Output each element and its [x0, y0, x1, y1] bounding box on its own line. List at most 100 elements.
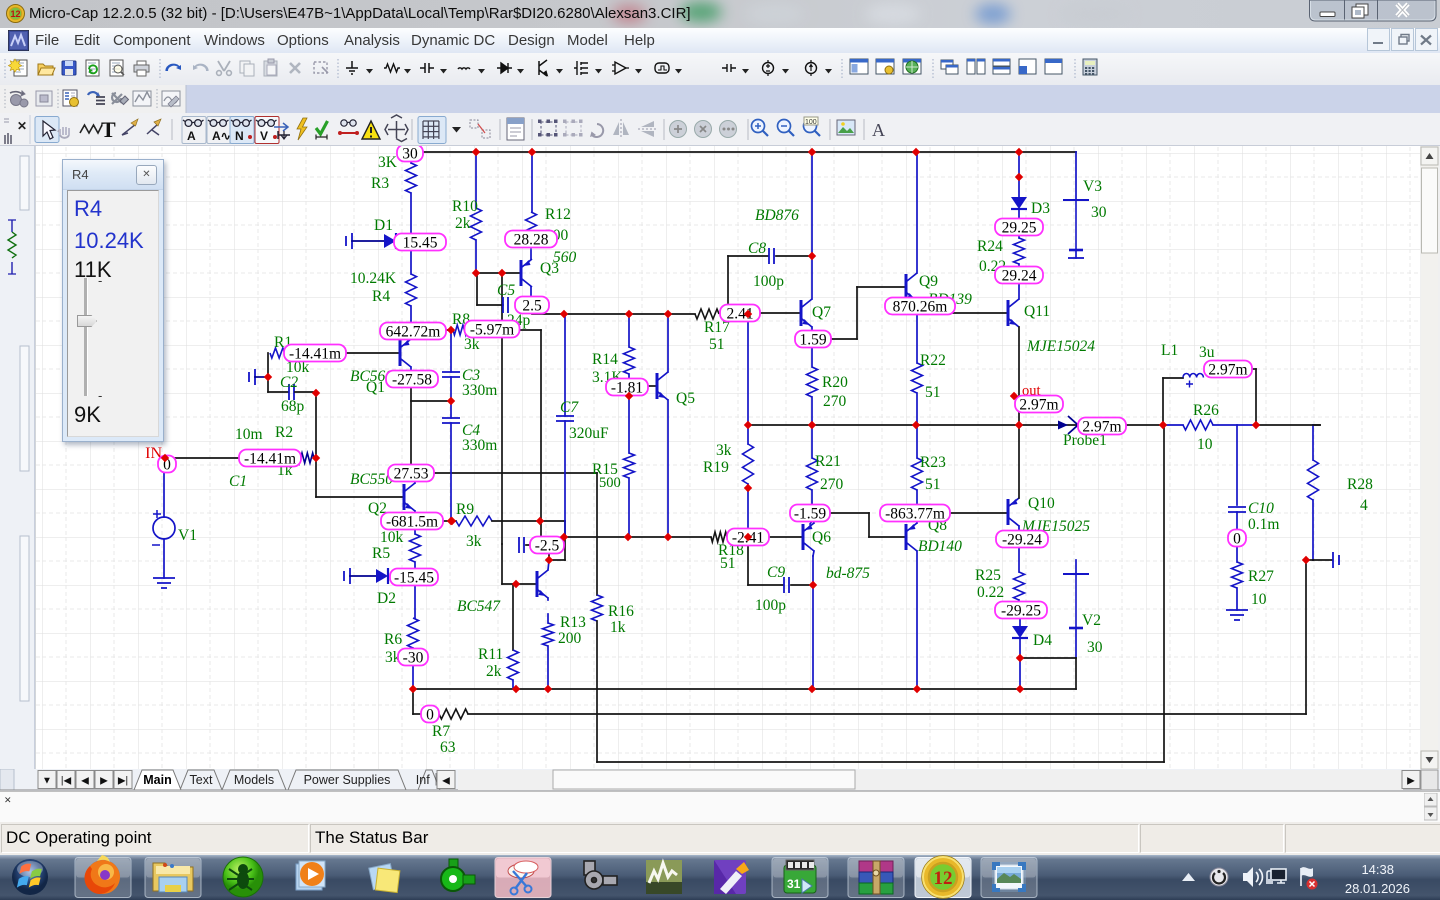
svg-text:31: 31 — [787, 877, 801, 891]
svg-text:1.59: 1.59 — [799, 332, 826, 349]
svg-text:27.53: 27.53 — [394, 466, 429, 483]
svg-text:-27.58: -27.58 — [392, 372, 432, 389]
svg-text:2.97m: 2.97m — [1019, 397, 1058, 414]
svg-text:BD140: BD140 — [918, 538, 962, 555]
svg-text:D3: D3 — [1031, 200, 1050, 217]
svg-text:10m: 10m — [235, 426, 263, 443]
svg-text:-681.5m: -681.5m — [386, 514, 438, 531]
svg-text:R6: R6 — [384, 631, 402, 648]
svg-text:320uF: 320uF — [569, 425, 609, 442]
svg-text:-15.45: -15.45 — [394, 570, 434, 587]
svg-text:R19: R19 — [703, 459, 729, 476]
svg-text:✕: ✕ — [17, 119, 27, 133]
svg-text:C5: C5 — [497, 282, 515, 299]
svg-text:-1.59: -1.59 — [794, 506, 827, 523]
svg-text:14:38: 14:38 — [1361, 862, 1394, 877]
svg-text:30: 30 — [1087, 639, 1103, 656]
svg-text:R11: R11 — [478, 646, 503, 663]
svg-text:51: 51 — [709, 336, 725, 353]
svg-text:D1: D1 — [374, 217, 393, 234]
svg-text:A∿: A∿ — [212, 129, 231, 143]
svg-text:-14.41m: -14.41m — [244, 451, 296, 468]
svg-text:2.97m: 2.97m — [1082, 419, 1121, 436]
svg-text:R28: R28 — [1347, 476, 1373, 493]
svg-text:R21: R21 — [815, 453, 841, 470]
svg-text:63: 63 — [440, 739, 456, 756]
svg-text:1k: 1k — [610, 619, 626, 636]
svg-text:100p: 100p — [753, 273, 784, 290]
svg-text:R7: R7 — [432, 723, 450, 740]
svg-text:200: 200 — [558, 630, 582, 647]
svg-text:2k: 2k — [455, 215, 471, 232]
svg-text:3u: 3u — [1199, 344, 1215, 361]
svg-text:V: V — [260, 129, 268, 143]
svg-text:2.5: 2.5 — [522, 298, 542, 315]
svg-text:12: 12 — [934, 868, 953, 889]
svg-text:R26: R26 — [1193, 402, 1219, 419]
svg-text:R12: R12 — [545, 206, 571, 223]
svg-text:R13: R13 — [560, 614, 586, 631]
svg-text:D4: D4 — [1033, 632, 1052, 649]
svg-text:870.26m: 870.26m — [893, 299, 948, 316]
svg-text:R22: R22 — [920, 352, 946, 369]
svg-text:Q11: Q11 — [1024, 303, 1050, 320]
svg-text:Power Supplies: Power Supplies — [304, 773, 391, 787]
svg-text:28.01.2026: 28.01.2026 — [1345, 881, 1410, 896]
svg-text:Main: Main — [143, 773, 171, 787]
svg-text:10k: 10k — [380, 529, 404, 546]
svg-text:Models: Models — [234, 773, 274, 787]
svg-text:R5: R5 — [372, 545, 390, 562]
svg-text:-14.41m: -14.41m — [289, 346, 341, 363]
svg-text:30: 30 — [1091, 204, 1107, 221]
svg-text:Q6: Q6 — [812, 529, 831, 546]
svg-text:L1: L1 — [1161, 342, 1178, 359]
svg-text:R24: R24 — [977, 238, 1003, 255]
svg-text:R23: R23 — [920, 454, 946, 471]
svg-text:R2: R2 — [275, 424, 293, 441]
svg-text:28.28: 28.28 — [514, 232, 549, 249]
svg-text:R3: R3 — [371, 175, 389, 192]
svg-text:-29.25: -29.25 — [1001, 603, 1041, 620]
svg-text:500: 500 — [599, 475, 621, 491]
svg-text:R9: R9 — [456, 501, 474, 518]
svg-text:C1: C1 — [229, 473, 247, 490]
svg-text:30: 30 — [402, 146, 418, 163]
svg-text:0: 0 — [1233, 531, 1241, 548]
svg-text:270: 270 — [820, 476, 844, 493]
svg-text:▼: ▼ — [42, 776, 52, 787]
svg-text:MJE15024: MJE15024 — [1026, 338, 1095, 355]
svg-text:◀: ◀ — [442, 776, 450, 787]
svg-text:3K: 3K — [378, 154, 398, 171]
svg-text:▶: ▶ — [1407, 776, 1415, 787]
svg-text:V3: V3 — [1083, 178, 1102, 195]
svg-text:0.22: 0.22 — [977, 584, 1004, 601]
svg-text:C7: C7 — [560, 399, 579, 416]
svg-text:-863.77m: -863.77m — [885, 506, 945, 523]
svg-text:R10: R10 — [452, 198, 478, 215]
svg-text:A: A — [872, 120, 885, 140]
svg-text:V1: V1 — [178, 527, 197, 544]
svg-text:V2: V2 — [1082, 612, 1101, 629]
svg-text:◀: ◀ — [81, 776, 89, 787]
svg-text:R4: R4 — [372, 288, 390, 305]
svg-text:29.25: 29.25 — [1002, 220, 1037, 237]
svg-text:0.1m: 0.1m — [1248, 516, 1279, 533]
svg-text:A: A — [187, 129, 196, 143]
svg-text:2k: 2k — [486, 663, 502, 680]
svg-text:2.97m: 2.97m — [1208, 362, 1247, 379]
svg-text:3k: 3k — [466, 533, 482, 550]
svg-text:Q10: Q10 — [1028, 495, 1055, 512]
svg-text:BC550: BC550 — [350, 471, 393, 488]
svg-text:270: 270 — [823, 393, 847, 410]
svg-text:R20: R20 — [822, 374, 848, 391]
svg-text:3k: 3k — [464, 336, 480, 353]
svg-text:R16: R16 — [608, 603, 634, 620]
svg-text:3k: 3k — [716, 442, 732, 459]
svg-text:15.45: 15.45 — [403, 235, 438, 252]
svg-text:51: 51 — [720, 555, 736, 572]
svg-text:Q1: Q1 — [366, 379, 385, 396]
svg-text:▶: ▶ — [100, 776, 108, 787]
svg-text:BC547: BC547 — [457, 598, 501, 615]
svg-text:R25: R25 — [975, 567, 1001, 584]
svg-text:Q7: Q7 — [812, 304, 831, 321]
